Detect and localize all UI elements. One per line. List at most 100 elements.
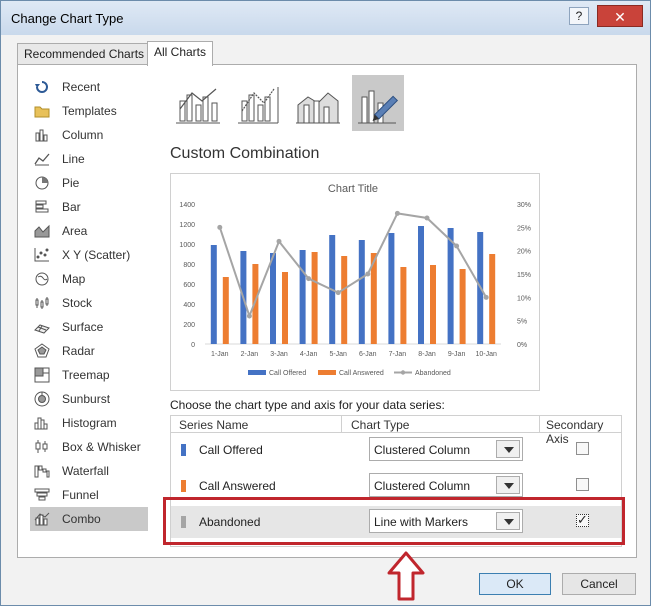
box-whisker-chart-icon <box>34 439 50 455</box>
dropdown-button[interactable] <box>496 440 520 458</box>
sidebar-item-stock[interactable]: Stock <box>30 291 148 315</box>
sidebar-item-line[interactable]: Line <box>30 147 148 171</box>
sidebar-item-radar[interactable]: Radar <box>30 339 148 363</box>
y2-tick-label: 30% <box>517 202 531 209</box>
sidebar-item-label: Line <box>62 152 85 166</box>
tab-all-charts[interactable]: All Charts <box>147 41 214 66</box>
sidebar-item-label: Box & Whisker <box>62 440 141 454</box>
marker-abandoned <box>394 210 400 216</box>
combo-chart-icon <box>34 511 50 527</box>
bar-call-answered <box>282 272 288 344</box>
bar-call-offered <box>299 250 306 344</box>
sidebar-item-column[interactable]: Column <box>30 123 148 147</box>
y-tick-label: 800 <box>183 262 195 269</box>
dialog-title: Change Chart Type <box>11 11 124 26</box>
y2-tick-label: 10% <box>517 295 531 302</box>
header-series-name: Series Name <box>179 418 249 432</box>
secondary-axis-checkbox[interactable] <box>576 442 589 455</box>
sidebar-item-pie[interactable]: Pie <box>30 171 148 195</box>
marker-abandoned <box>454 243 460 249</box>
sidebar-item-label: Recent <box>62 80 101 94</box>
x-tick-label: 7-Jan <box>389 351 407 358</box>
chart-type-list: Recent Templates Column Line Pie Bar Area X Y (… <box>30 75 148 531</box>
sidebar-item-combo[interactable]: Combo <box>30 507 148 531</box>
sidebar-item-label: Pie <box>62 176 80 190</box>
sidebar-item-label: Radar <box>62 344 95 358</box>
sidebar-item-box-whisker[interactable]: Box & Whisker <box>30 435 148 459</box>
legend-swatch <box>318 370 336 375</box>
bar-chart-icon <box>34 199 50 215</box>
x-tick-label: 5-Jan <box>329 351 347 358</box>
bar-call-answered <box>311 252 318 344</box>
combo-chart: Chart Title 0 200 400 600 800 1000 1200 1400 0% 5%… <box>179 183 531 377</box>
all-charts-panel: Recent Templates Column Line Pie Bar Area X Y (… <box>17 64 637 558</box>
sidebar-item-bar[interactable]: Bar <box>30 195 148 219</box>
bar-call-offered <box>210 245 217 344</box>
marker-abandoned <box>424 215 430 221</box>
sidebar-item-area[interactable]: Area <box>30 219 148 243</box>
ok-button[interactable]: OK <box>479 573 551 595</box>
secondary-axis-checkbox[interactable] <box>576 478 589 491</box>
series-color-swatch <box>181 444 186 456</box>
series-row-call-offered: Call Offered Clustered Column <box>171 434 621 466</box>
change-chart-type-dialog: Change Chart Type ? ✕ Recommended Charts… <box>0 0 651 606</box>
sidebar-item-label: Waterfall <box>62 464 109 478</box>
cancel-button[interactable]: Cancel <box>562 573 636 595</box>
title-bar: Change Chart Type ? ✕ <box>1 1 650 35</box>
sidebar-item-treemap[interactable]: Treemap <box>30 363 148 387</box>
sidebar-item-label: X Y (Scatter) <box>62 248 131 262</box>
series-name: Call Answered <box>199 479 276 493</box>
treemap-chart-icon <box>34 367 50 383</box>
sidebar-item-waterfall[interactable]: Waterfall <box>30 459 148 483</box>
sidebar-item-histogram[interactable]: Histogram <box>30 411 148 435</box>
sidebar-item-map[interactable]: Map <box>30 267 148 291</box>
sidebar-item-label: Treemap <box>62 368 110 382</box>
series-grid-caption: Choose the chart type and axis for your … <box>170 398 445 412</box>
dropdown-button[interactable] <box>496 476 520 494</box>
marker-abandoned <box>335 290 341 296</box>
marker-abandoned <box>246 313 252 319</box>
bar-call-answered <box>341 256 348 344</box>
waterfall-chart-icon <box>34 463 50 479</box>
stock-chart-icon <box>34 295 50 311</box>
sidebar-item-label: Funnel <box>62 488 99 502</box>
legend-label: Call Answered <box>339 370 384 377</box>
x-tick-label: 6-Jan <box>359 351 377 358</box>
sidebar-item-label: Histogram <box>62 416 117 430</box>
series-color-swatch <box>181 480 186 492</box>
sidebar-item-sunburst[interactable]: Sunburst <box>30 387 148 411</box>
area-chart-icon <box>34 223 50 239</box>
line-chart-icon <box>34 151 50 167</box>
sidebar-item-funnel[interactable]: Funnel <box>30 483 148 507</box>
sidebar-item-templates[interactable]: Templates <box>30 99 148 123</box>
histogram-chart-icon <box>34 415 50 431</box>
bar-call-offered <box>447 228 454 344</box>
help-button[interactable]: ? <box>569 7 589 25</box>
sidebar-item-recent[interactable]: Recent <box>30 75 148 99</box>
subtype-title: Custom Combination <box>170 145 320 162</box>
surface-chart-icon <box>34 319 50 335</box>
chart-type-dropdown[interactable]: Clustered Column <box>369 437 523 461</box>
scatter-chart-icon <box>34 247 50 263</box>
clustered-column-line-secondary-axis-icon[interactable] <box>232 75 284 131</box>
y-tick-label: 1400 <box>179 202 195 209</box>
x-tick-label: 9-Jan <box>448 351 466 358</box>
y2-tick-label: 20% <box>517 249 531 256</box>
sidebar-item-label: Bar <box>62 200 81 214</box>
sidebar-item-surface[interactable]: Surface <box>30 315 148 339</box>
stacked-area-clustered-column-icon[interactable] <box>292 75 344 131</box>
close-button[interactable]: ✕ <box>597 5 643 27</box>
y-tick-label: 600 <box>183 282 195 289</box>
bar-call-offered <box>270 253 276 344</box>
sidebar-item-label: Combo <box>62 512 101 526</box>
sunburst-chart-icon <box>34 391 50 407</box>
highlight-annotation-box <box>163 497 625 545</box>
clustered-column-line-icon[interactable] <box>172 75 224 131</box>
sidebar-item-x-y-scatter[interactable]: X Y (Scatter) <box>30 243 148 267</box>
dropdown-value: Clustered Column <box>374 443 471 457</box>
custom-combination-icon[interactable] <box>352 75 404 131</box>
chart-type-dropdown[interactable]: Clustered Column <box>369 473 523 497</box>
x-tick-label: 1-Jan <box>211 351 229 358</box>
x-tick-label: 2-Jan <box>241 351 259 358</box>
tab-recommended-charts[interactable]: Recommended Charts <box>17 43 152 65</box>
